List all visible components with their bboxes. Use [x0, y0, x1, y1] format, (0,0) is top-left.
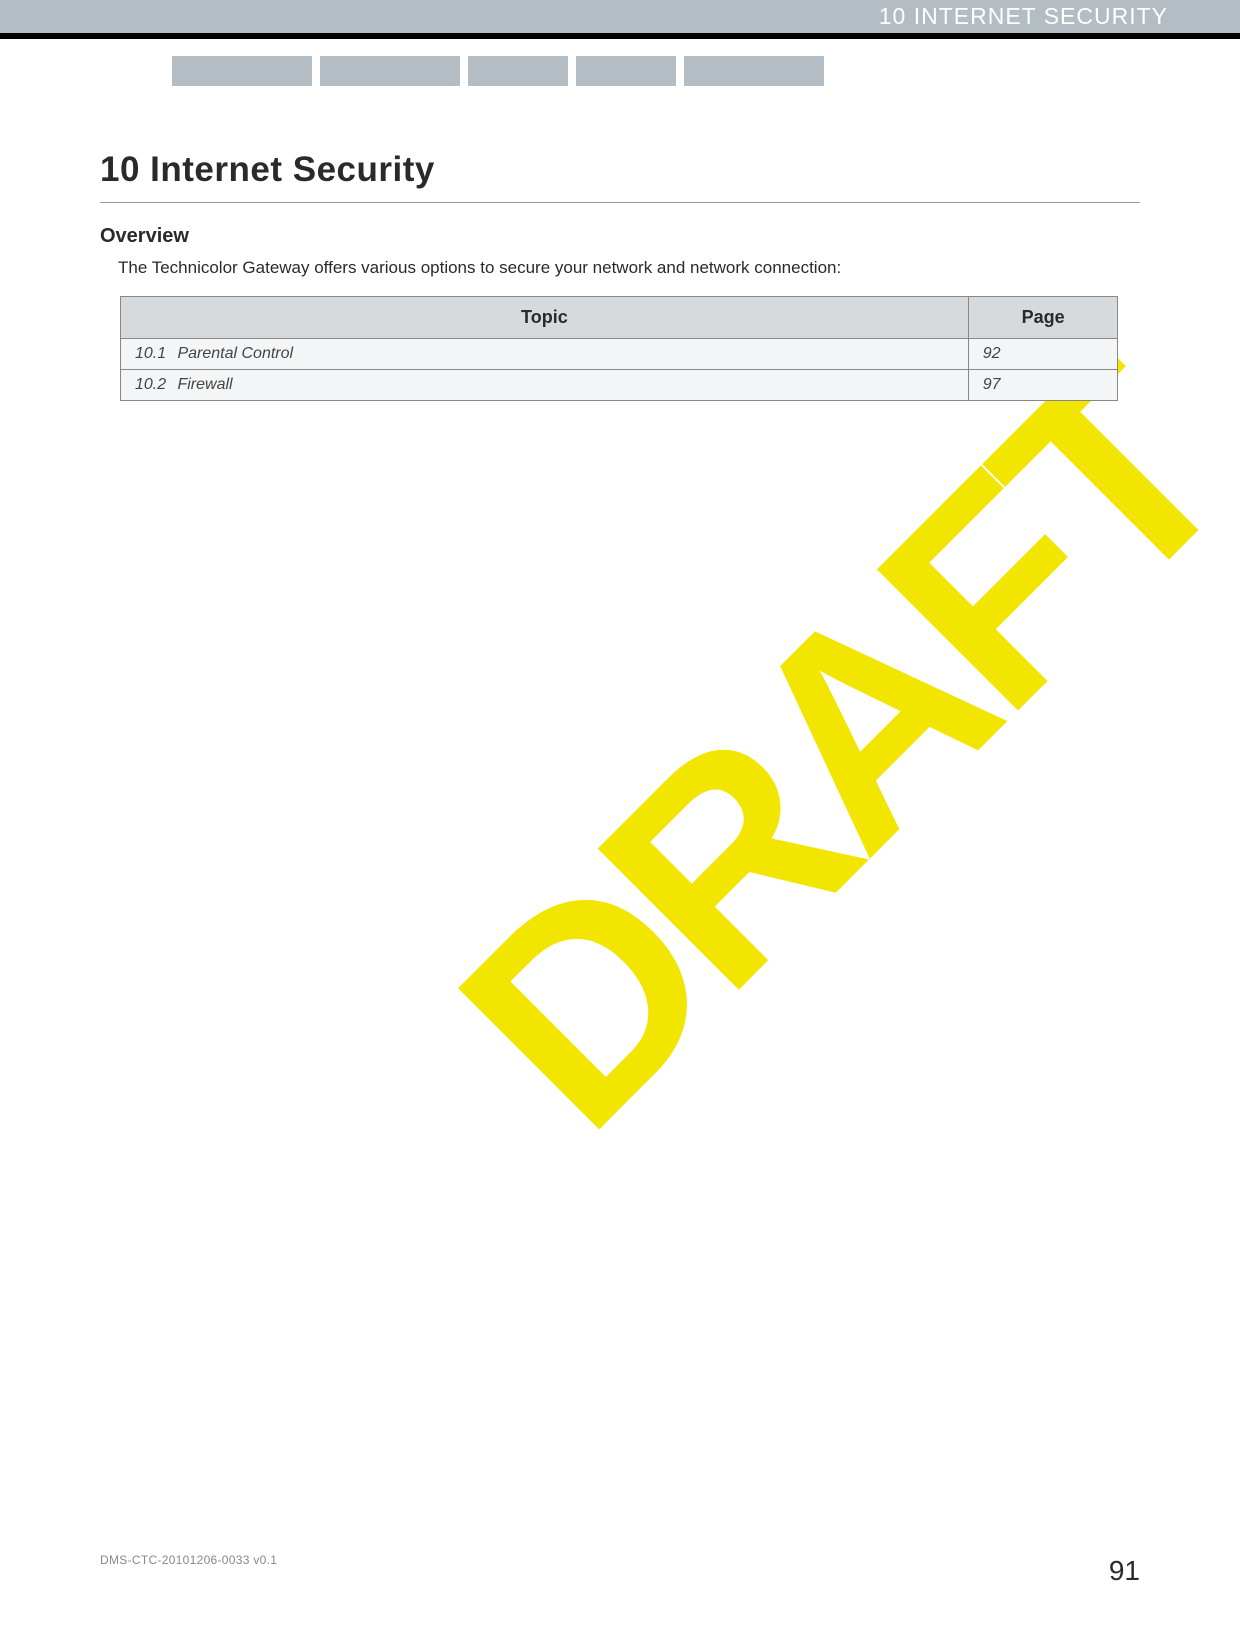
- topic-cell[interactable]: 10.2 Firewall: [121, 370, 969, 401]
- tab-placeholder: [468, 56, 568, 86]
- tab-placeholder: [576, 56, 676, 86]
- tab-placeholder: [172, 56, 312, 86]
- table-row: 10.2 Firewall 97: [121, 370, 1118, 401]
- topics-table: Topic Page 10.1 Parental Control 92 10.2…: [120, 296, 1118, 401]
- table-header-topic: Topic: [121, 297, 969, 339]
- page-cell: 92: [968, 339, 1118, 370]
- topic-title: Parental Control: [177, 345, 293, 362]
- chapter-title: 10 Internet Security: [100, 150, 1140, 203]
- table-row: 10.1 Parental Control 92: [121, 339, 1118, 370]
- footer-page-number: 91: [1109, 1555, 1140, 1587]
- tab-placeholder: [684, 56, 824, 86]
- section-heading: Overview: [100, 225, 1140, 248]
- draft-watermark: DRAFT: [397, 303, 1240, 1191]
- tab-placeholder: [320, 56, 460, 86]
- page-content: 10 Internet Security Overview The Techni…: [100, 150, 1140, 401]
- tabs-row: [0, 39, 1240, 87]
- topic-title: Firewall: [177, 376, 232, 393]
- topic-number: 10.2: [135, 376, 173, 394]
- page-cell: 97: [968, 370, 1118, 401]
- footer-doc-id: DMS-CTC-20101206-0033 v0.1: [100, 1553, 277, 1567]
- overview-text: The Technicolor Gateway offers various o…: [118, 258, 1140, 278]
- table-header-page: Page: [968, 297, 1118, 339]
- header-title-text: 10 INTERNET SECURITY: [879, 3, 1168, 30]
- topic-cell[interactable]: 10.1 Parental Control: [121, 339, 969, 370]
- table-header-row: Topic Page: [121, 297, 1118, 339]
- topic-number: 10.1: [135, 345, 173, 363]
- header-title: 10 INTERNET SECURITY: [0, 0, 1240, 33]
